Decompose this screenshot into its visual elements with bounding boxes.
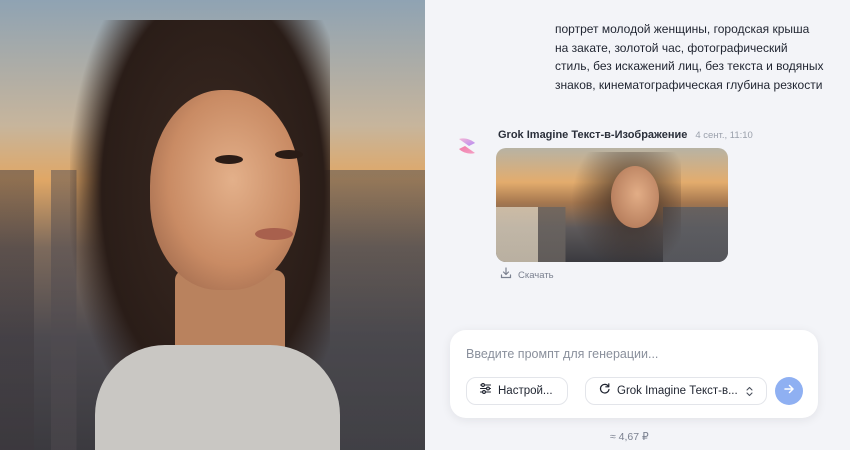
shirt: [95, 345, 340, 450]
model-selector[interactable]: Grok Imagine Текст-в...: [585, 377, 767, 405]
model-label: Grok Imagine Текст-в...: [617, 385, 738, 397]
grok-logo-icon: [455, 134, 479, 158]
lips: [255, 228, 293, 240]
face: [150, 90, 300, 290]
refresh-icon: [598, 382, 611, 400]
message-timestamp: 4 сент., 11:10: [695, 130, 753, 141]
portrait-photo: [0, 0, 425, 450]
user-prompt-message: портрет молодой женщины, городская крыша…: [555, 22, 824, 92]
generated-image-face: [611, 166, 659, 228]
bot-message-header: Grok Imagine Текст-в-Изображение 4 сент.…: [498, 129, 753, 141]
settings-label: Настрой...: [498, 385, 553, 397]
left-eye: [215, 155, 243, 164]
arrow-right-icon: [783, 382, 795, 400]
send-button[interactable]: [775, 377, 803, 405]
chat-panel: портрет молодой женщины, городская крыша…: [425, 0, 850, 450]
right-eye: [275, 150, 303, 159]
prompt-input[interactable]: [466, 344, 796, 364]
sliders-icon: [479, 382, 492, 400]
settings-button[interactable]: Настрой...: [466, 377, 568, 405]
chevron-updown-icon: [745, 385, 754, 403]
download-icon: [500, 266, 512, 284]
bot-name: Grok Imagine Текст-в-Изображение: [498, 129, 688, 141]
download-button[interactable]: Скачать: [500, 266, 554, 284]
download-label: Скачать: [518, 269, 554, 281]
generation-cost: ≈ 4,67 ₽: [610, 431, 649, 443]
generated-image[interactable]: [496, 148, 728, 262]
prompt-composer: Настрой... Grok Imagine Текст-в...: [450, 330, 818, 418]
